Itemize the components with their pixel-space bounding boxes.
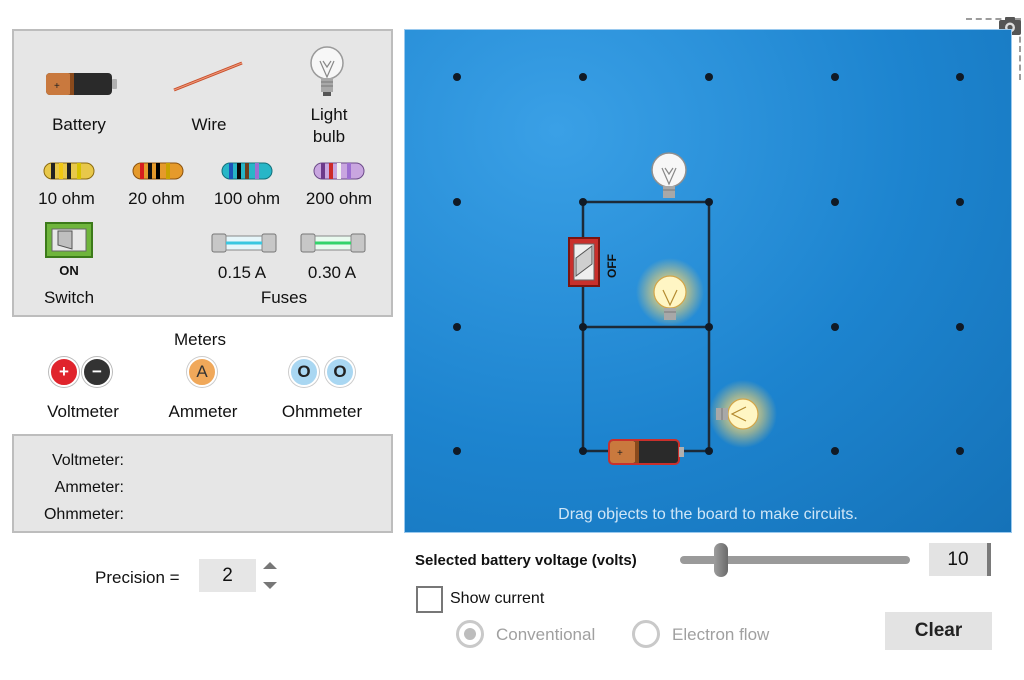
- voltmeter-minus-icon[interactable]: −: [82, 357, 112, 387]
- resistor-20-label: 20 ohm: [128, 189, 185, 208]
- resistor-10-label: 10 ohm: [38, 189, 95, 208]
- svg-text:+: +: [617, 448, 623, 459]
- fuse-030-label: 0.30 A: [307, 263, 357, 282]
- fuse-015-label: 0.15 A: [217, 263, 267, 282]
- fuses-label: Fuses: [260, 288, 308, 307]
- resistor-icon[interactable]: [130, 160, 186, 182]
- voltage-slider-thumb[interactable]: [714, 543, 728, 577]
- conventional-label[interactable]: Conventional: [496, 625, 595, 645]
- board-hint: Drag objects to the board to make circui…: [558, 506, 858, 523]
- light-bulb-label-2: bulb: [312, 127, 346, 146]
- palette-switch-state: ON: [59, 263, 79, 278]
- ohmmeter-probe-2-icon[interactable]: O: [325, 357, 355, 387]
- light-bulb-icon[interactable]: [651, 152, 687, 198]
- precision-down-icon[interactable]: [263, 582, 277, 589]
- ammeter-readout: Ammeter:: [54, 479, 124, 496]
- switch-label: Switch: [43, 288, 95, 307]
- resistor-100-label: 100 ohm: [213, 189, 281, 208]
- ohmmeter-readout: Ohmmeter:: [43, 506, 124, 523]
- light-bulb-label-1: Light: [310, 105, 348, 124]
- precision-stepper[interactable]: [261, 560, 279, 592]
- circuit-board[interactable]: OFF + Drag objects to the board to make …: [404, 29, 1012, 533]
- svg-text:+: +: [54, 81, 60, 92]
- resistor-icon[interactable]: [41, 160, 97, 182]
- precision-label: Precision =: [95, 568, 180, 587]
- resistor-icon[interactable]: [311, 160, 367, 182]
- meter-readouts: Voltmeter: Ammeter: Ohmmeter:: [12, 434, 393, 533]
- switch-icon[interactable]: [568, 237, 600, 287]
- ohmmeter-probe-1-icon[interactable]: O: [289, 357, 319, 387]
- show-current-label[interactable]: Show current: [450, 590, 544, 608]
- voltage-label: Selected battery voltage (volts): [415, 552, 637, 569]
- component-palette: + Battery Wire Light bulb 10 ohm 20 ohm …: [12, 29, 393, 317]
- board-canvas: OFF +: [453, 73, 964, 465]
- light-bulb-icon[interactable]: [709, 380, 777, 448]
- light-bulb-icon[interactable]: [636, 258, 704, 326]
- meters-title: Meters: [174, 330, 226, 349]
- board-switch-state: OFF: [605, 254, 619, 278]
- resistor-200-label: 200 ohm: [305, 189, 373, 208]
- switch-icon[interactable]: [44, 221, 94, 261]
- resistor-icon[interactable]: [219, 160, 275, 182]
- ammeter-icon[interactable]: A: [187, 357, 217, 387]
- voltmeter-readout: Voltmeter:: [51, 452, 124, 469]
- battery-icon[interactable]: +: [608, 439, 684, 465]
- battery-label: Battery: [52, 115, 106, 134]
- conventional-radio[interactable]: [456, 620, 484, 648]
- fuse-icon[interactable]: [210, 231, 278, 255]
- radio-selected-dot: [464, 628, 476, 640]
- clear-button[interactable]: Clear: [885, 612, 992, 650]
- ammeter-label: Ammeter: [168, 402, 238, 421]
- electron-flow-label[interactable]: Electron flow: [672, 625, 769, 645]
- circuit-wires[interactable]: [581, 200, 711, 453]
- voltmeter-label: Voltmeter: [47, 402, 119, 421]
- battery-icon[interactable]: +: [44, 69, 118, 99]
- voltage-value[interactable]: 10: [929, 543, 991, 576]
- show-current-checkbox[interactable]: [416, 586, 443, 613]
- ohmmeter-label: Ohmmeter: [281, 402, 363, 421]
- precision-value: 2: [199, 559, 256, 592]
- electron-flow-radio[interactable]: [632, 620, 660, 648]
- light-bulb-icon[interactable]: [307, 43, 347, 103]
- precision-up-icon[interactable]: [263, 562, 277, 569]
- voltmeter-plus-icon[interactable]: +: [49, 357, 79, 387]
- wire-icon[interactable]: [169, 59, 249, 95]
- fuse-icon[interactable]: [299, 231, 367, 255]
- wire-label: Wire: [191, 115, 227, 134]
